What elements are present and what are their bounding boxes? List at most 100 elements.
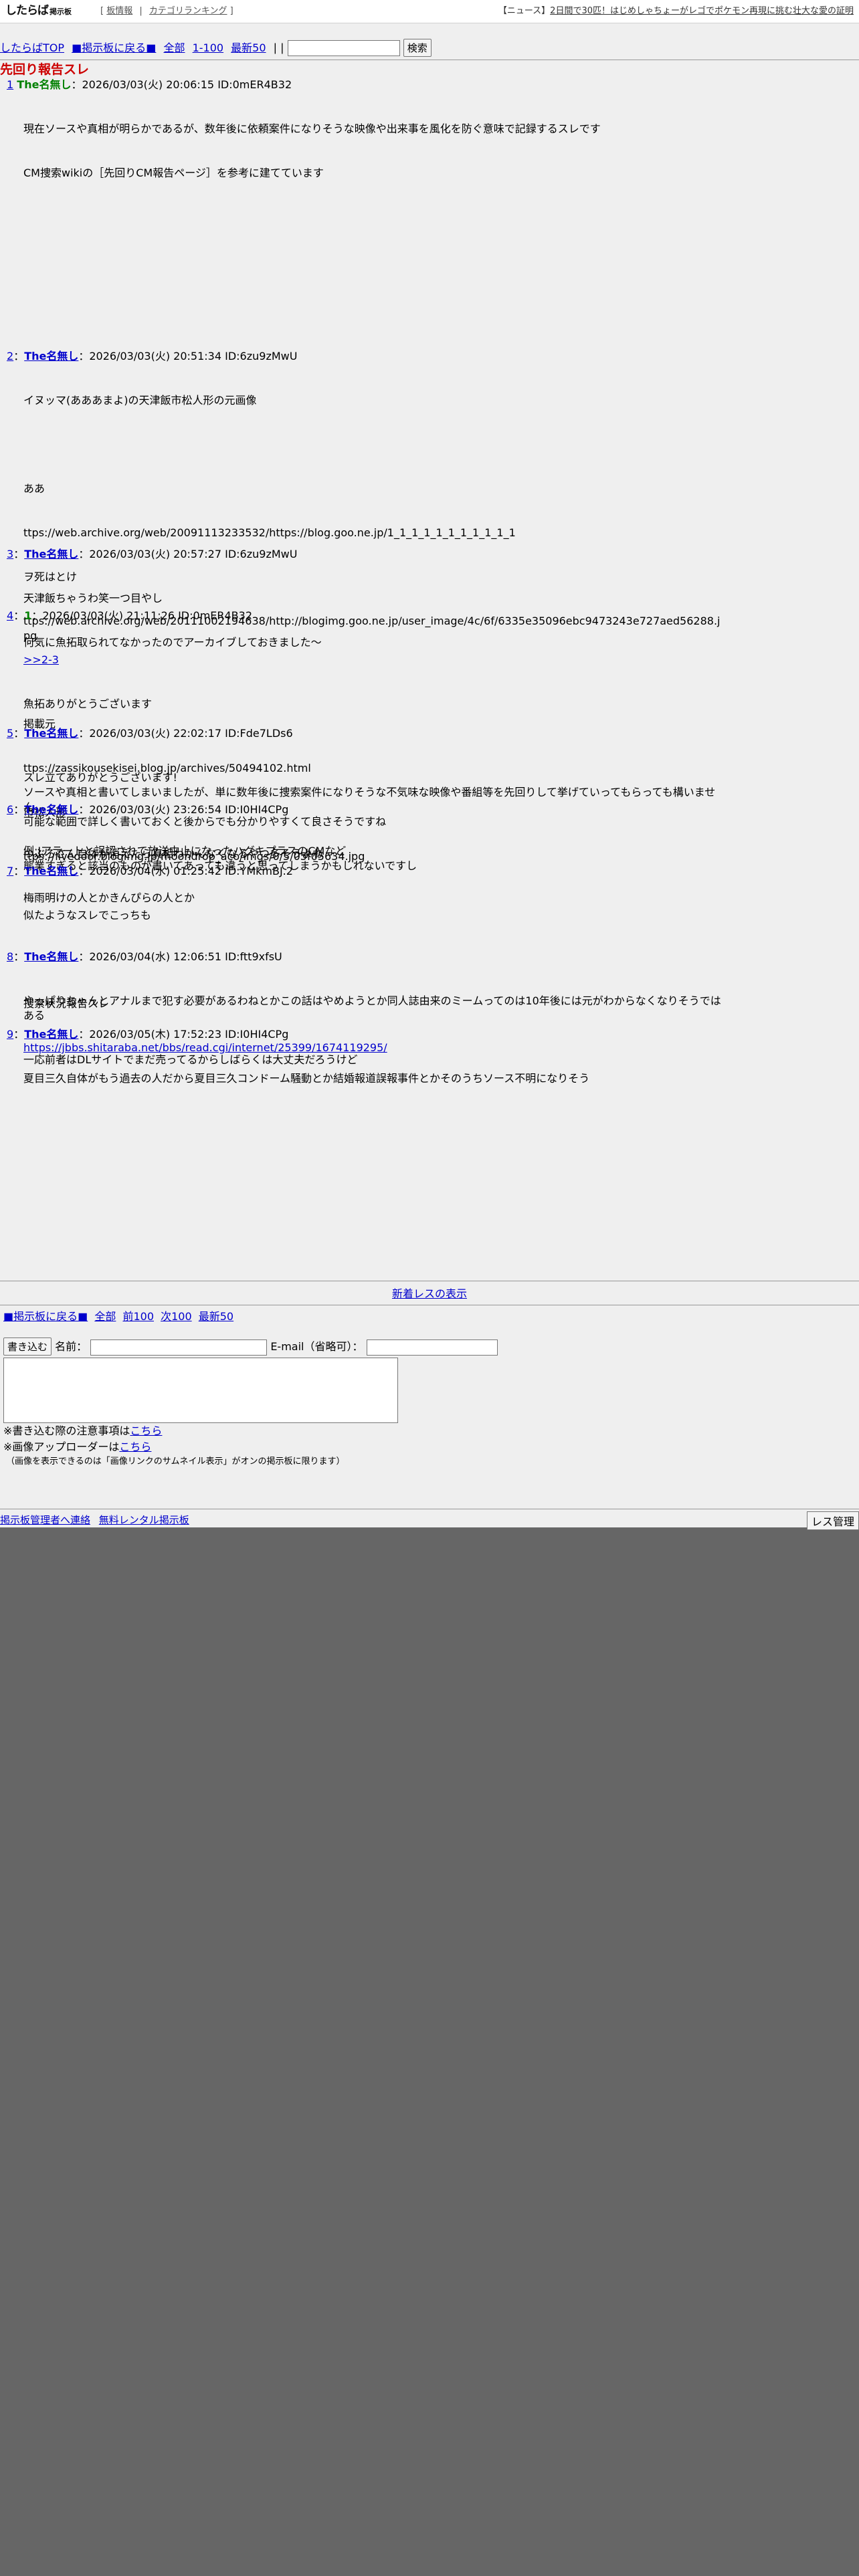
post-header: 7：The名無し：2026/03/04(水) 01:25:42 ID:YMkmB…: [7, 865, 293, 877]
search-button[interactable]: 検索: [403, 39, 432, 57]
board-back-link[interactable]: ■掲示板に戻る■: [72, 41, 156, 54]
post-header: 6：The名無し：2026/03/03(火) 23:26:54 ID:I0HI4…: [7, 803, 289, 816]
post-number[interactable]: 8: [7, 950, 13, 963]
bracket-close: ]: [229, 6, 233, 16]
top-bar: したらば 掲示板 [ 板情報 | カテゴリランキング ] 【ニュース】2日間で30…: [0, 0, 859, 23]
post-meta: ：2026/03/03(火) 20:51:34 ID:6zu9zMwU: [78, 350, 298, 362]
post-header: 5：The名無し：2026/03/03(火) 22:02:17 ID:Fde7L…: [7, 727, 293, 740]
range-1-100-link[interactable]: 1-100: [193, 41, 224, 54]
news-label: 【ニュース】: [498, 6, 551, 16]
post-number[interactable]: 3: [7, 548, 13, 560]
post-line: やっぱりちゃんとアナルまで犯す必要があるわねとかこの話はやめようとか同人誌由来の…: [23, 994, 721, 1022]
post-header: 9：The名無し：2026/03/05(木) 17:52:23 ID:I0HI4…: [7, 1028, 289, 1041]
new-res-link[interactable]: 新着レスの表示: [392, 1287, 467, 1300]
post-number[interactable]: 6: [7, 803, 13, 816]
next-100-link[interactable]: 次100: [161, 1310, 192, 1323]
post-name[interactable]: The名無し: [24, 803, 78, 816]
all-posts-link[interactable]: 全部: [163, 41, 185, 54]
nav-separator: | |: [273, 41, 284, 54]
search-input[interactable]: [287, 39, 400, 56]
email-input[interactable]: [366, 1339, 498, 1356]
post-header: 3：The名無し：2026/03/03(火) 20:57:27 ID:6zu9z…: [7, 548, 298, 560]
footer: 掲示板管理者へ連絡 無料レンタル掲示板: [0, 1513, 195, 1527]
post-line: 似たようなスレでこっちも: [23, 909, 151, 922]
post-name[interactable]: The名無し: [24, 727, 78, 740]
post-name[interactable]: The名無し: [24, 350, 78, 362]
latest-50-link[interactable]: 最新50: [199, 1310, 233, 1323]
uploader-text: ※画像アップローダーは: [3, 1440, 120, 1453]
notes: ※書き込む際の注意事項はこちら ※画像アップローダーはこちら （画像を表示できる…: [3, 1423, 345, 1469]
post-meta: ：2026/03/04(水) 01:25:42 ID:YMkmBJ.2: [78, 865, 293, 877]
post-line: 天津飯ちゃうわ笑一つ目やし: [23, 592, 163, 605]
post-line: 夏目三久自体がもう過去の人だから夏目三久コンドーム騒動とか結婚報道誤報事件とかそ…: [23, 1072, 590, 1085]
thread-title: 先回り報告スレ: [0, 62, 90, 77]
top-nav: [ 板情報 | カテゴリランキング ]: [100, 5, 233, 17]
email-label: E-mail（省略可）：: [270, 1340, 363, 1353]
board-back-link[interactable]: ■掲示板に戻る■: [3, 1310, 88, 1323]
logo-text: したらば: [5, 4, 49, 17]
post-number[interactable]: 5: [7, 727, 13, 740]
all-posts-link[interactable]: 全部: [94, 1310, 116, 1323]
post-number[interactable]: 7: [7, 865, 13, 877]
post-number[interactable]: 9: [7, 1028, 13, 1041]
rules-link[interactable]: こちら: [130, 1424, 162, 1437]
nav-separator: |: [139, 6, 142, 16]
site-logo[interactable]: したらば 掲示板: [5, 3, 72, 18]
post-line: イヌッマ(あああまよ)の天津飯市松人形の元画像: [23, 394, 257, 407]
post-line[interactable]: ttps://web.archive.org/web/2009111323353…: [23, 526, 723, 540]
post-meta: ：2026/03/03(火) 22:02:17 ID:Fde7LDs6: [78, 727, 293, 740]
post-meta: ：2026/03/04(水) 12:06:51 ID:ftt9xfsU: [78, 950, 282, 963]
post-number[interactable]: 2: [7, 350, 13, 362]
uploader-link[interactable]: こちら: [119, 1440, 151, 1453]
news-link[interactable]: 2日間で30匹！はじめしゃちょーがレゴでポケモン再現に挑む壮大な愛の証明: [550, 6, 854, 16]
post-name[interactable]: The名無し: [24, 865, 78, 877]
post-number[interactable]: 4: [7, 609, 13, 622]
bottom-nav: ■掲示板に戻る■ 全部 前100 次100 最新50: [3, 1309, 237, 1324]
post-header: 1 The名無し：2026/03/03(火) 20:06:15 ID:0mER4…: [7, 78, 723, 92]
uploader-note: ※画像アップローダーはこちら: [3, 1439, 345, 1455]
category-ranking-link[interactable]: カテゴリランキング: [149, 6, 227, 16]
latest-50-link[interactable]: 最新50: [231, 41, 266, 54]
post-body: 夏目三久自体がもう過去の人だから夏目三久コンドーム騒動とか結婚報道誤報事件とかそ…: [23, 1042, 723, 1115]
post-body: 現在ソースや真相が明らかであるが、数年後に依頼案件になりそうな映像や出来事を風化…: [23, 92, 723, 210]
board-info-link[interactable]: 板情報: [106, 6, 132, 16]
message-textarea[interactable]: [3, 1358, 398, 1423]
image-note: （画像を表示できるのは「画像リンクのサムネイル表示」がオンの掲示板に限ります）: [6, 1457, 345, 1467]
post-name: 1: [24, 609, 32, 622]
thread-nav: したらばTOP ■掲示板に戻る■ 全部 1-100 最新50 | | 検索: [0, 38, 859, 58]
post: 1 The名無し：2026/03/03(火) 20:06:15 ID:0mER4…: [7, 78, 723, 210]
submit-button[interactable]: 書き込む: [3, 1337, 52, 1356]
post-name[interactable]: The名無し: [24, 548, 78, 560]
post-meta: ：2026/03/03(火) 20:06:15 ID:0mER4B32: [71, 78, 292, 91]
post-meta: ：2026/03/03(火) 20:57:27 ID:6zu9zMwU: [78, 548, 298, 560]
post-number[interactable]: 1: [7, 78, 13, 91]
logo-sub: 掲示板: [50, 7, 72, 16]
post-name[interactable]: The名無し: [24, 1028, 78, 1041]
post-line: スレ立てありがとうございます!: [23, 771, 177, 784]
post-line: 魚拓ありがとうございます: [23, 697, 153, 710]
res-admin-button[interactable]: レス管理: [806, 1511, 859, 1530]
post-meta: ：2026/03/03(火) 23:26:54 ID:I0HI4CPg: [78, 803, 289, 816]
contact-admin-link[interactable]: 掲示板管理者へ連絡: [0, 1514, 90, 1526]
post-name[interactable]: The名無し: [24, 950, 78, 963]
reply-anchor-link[interactable]: >>2-3: [23, 653, 723, 667]
post-meta: ：2026/03/03(火) 21:11:26 ID:0mER4B32: [31, 609, 253, 622]
bracket-open: [: [100, 6, 104, 16]
name-label: 名前：: [55, 1340, 88, 1353]
post-line: CM捜索wikiの［先回りCM報告ページ］を参考に建てています: [23, 167, 324, 179]
prev-100-link[interactable]: 前100: [122, 1310, 154, 1323]
new-res-row: 新着レスの表示: [0, 1287, 859, 1301]
post-line: [23, 437, 723, 452]
rules-note: ※書き込む際の注意事項はこちら: [3, 1423, 345, 1439]
post-line: 現在ソースや真相が明らかであるが、数年後に依頼案件になりそうな映像や出来事を風化…: [23, 122, 601, 135]
post-name: The名無し: [17, 78, 72, 91]
post-header: 8：The名無し：2026/03/04(水) 12:06:51 ID:ftt9x…: [7, 950, 282, 963]
post-form: 書き込む 名前： E-mail（省略可）：: [3, 1337, 498, 1423]
post: 9：The名無し：2026/03/05(木) 17:52:23 ID:I0HI4…: [7, 1027, 723, 1115]
shitaraba-top-link[interactable]: したらばTOP: [0, 41, 64, 54]
free-rental-link[interactable]: 無料レンタル掲示板: [99, 1514, 189, 1526]
post-header: 2：The名無し：2026/03/03(火) 20:51:34 ID:6zu9z…: [7, 350, 298, 362]
rules-text: ※書き込む際の注意事項は: [3, 1424, 130, 1437]
post-line: つぶろさん自体が消えたら真相わかんなくなるやつ多そうよね: [23, 847, 324, 860]
name-input[interactable]: [90, 1339, 268, 1356]
